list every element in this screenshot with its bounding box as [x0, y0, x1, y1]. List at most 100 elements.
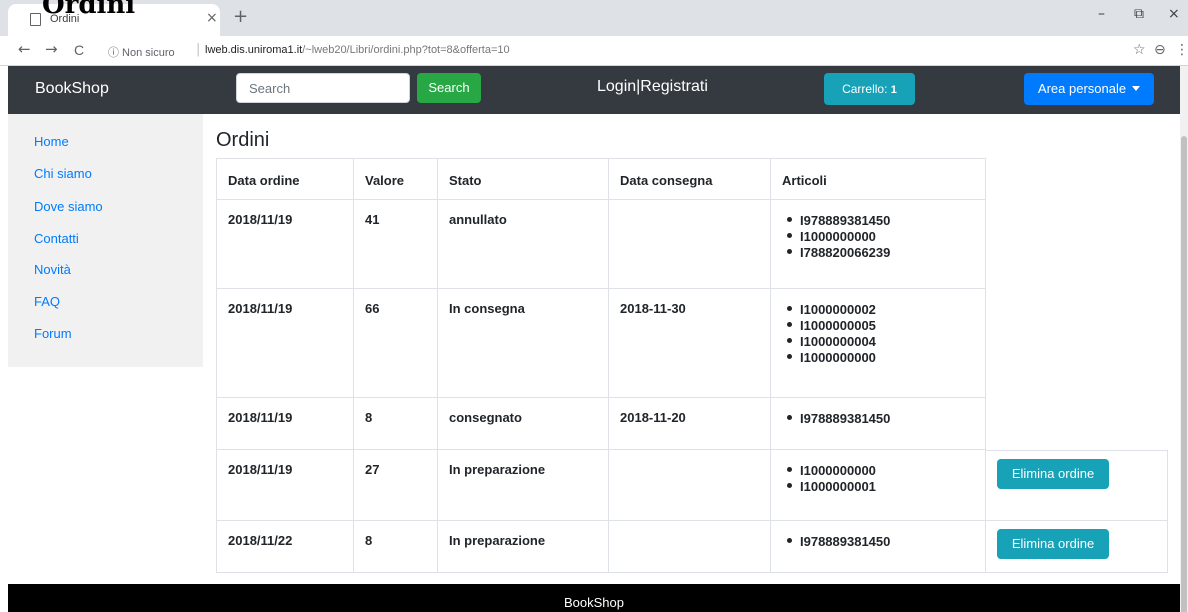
cell-status: annullato	[437, 200, 609, 289]
cell-value: 27	[353, 450, 438, 521]
url-field[interactable]: lweb.dis.uniroma1.it/~lweb20/Libri/ordin…	[205, 44, 510, 56]
browser-tab-bar: Ordini × + – ⧉ ×	[0, 0, 1188, 36]
cart-button[interactable]: Carrello: 1	[824, 73, 915, 105]
bullet-icon	[787, 306, 792, 311]
bullet-icon	[787, 415, 792, 420]
sidebar-item-chi-siamo[interactable]: Chi siamo	[34, 166, 92, 181]
personal-area-dropdown[interactable]: Area personale	[1024, 73, 1154, 105]
bullet-icon	[787, 249, 792, 254]
cell-value: 8	[353, 521, 438, 573]
cell-actions: Elimina ordine	[985, 450, 1168, 521]
cell-delivery	[608, 200, 771, 289]
page-icon	[30, 13, 41, 26]
table-row: 2018/11/19 41 annullato I978889381450 I1…	[216, 200, 1168, 289]
article-code: I1000000001	[800, 479, 876, 494]
list-item: I1000000000	[782, 463, 974, 479]
article-code: I1000000000	[800, 229, 876, 244]
header-valore: Valore	[353, 158, 438, 200]
cell-articles: I1000000000 I1000000001	[770, 450, 986, 521]
bullet-icon	[787, 338, 792, 343]
cart-label: Carrello:	[842, 82, 888, 96]
cell-date: 2018/11/19	[216, 398, 354, 450]
cell-delivery: 2018-11-30	[608, 289, 771, 398]
cell-value: 41	[353, 200, 438, 289]
cell-date: 2018/11/22	[216, 521, 354, 573]
cell-articles: I978889381450	[770, 521, 986, 573]
article-code: I978889381450	[800, 534, 891, 549]
minimize-icon[interactable]: –	[1098, 6, 1105, 22]
close-window-icon[interactable]: ×	[1168, 6, 1180, 22]
cell-value: 8	[353, 398, 438, 450]
security-indicator[interactable]: ⓘ Non sicuro	[108, 44, 175, 60]
bullet-icon	[787, 538, 792, 543]
bullet-icon	[787, 354, 792, 359]
sidebar-item-faq[interactable]: FAQ	[34, 294, 60, 309]
cell-delivery	[608, 521, 771, 573]
sidebar-item-home[interactable]: Home	[34, 134, 69, 149]
cell-date: 2018/11/19	[216, 289, 354, 398]
list-item: I1000000001	[782, 479, 974, 495]
delete-order-button[interactable]: Elimina ordine	[997, 529, 1109, 559]
bullet-icon	[787, 467, 792, 472]
profile-icon[interactable]: ⊖	[1154, 42, 1166, 58]
new-tab-icon[interactable]: +	[233, 6, 248, 27]
cell-actions: Elimina ordine	[985, 521, 1168, 573]
reload-icon[interactable]: C	[74, 42, 84, 58]
delete-order-button[interactable]: Elimina ordine	[997, 459, 1109, 489]
login-register-link[interactable]: Login|Registrati	[597, 78, 708, 96]
bullet-icon	[787, 322, 792, 327]
cell-articles: I978889381450	[770, 398, 986, 450]
sidebar-item-novita[interactable]: Novità	[34, 262, 71, 277]
bullet-icon	[787, 483, 792, 488]
list-item: I1000000000	[782, 350, 974, 366]
scrollbar-thumb[interactable]	[1181, 136, 1187, 612]
cell-articles: I1000000002 I1000000005 I1000000004 I100…	[770, 289, 986, 398]
article-code: I1000000000	[800, 350, 876, 365]
address-bar: ← → C ⓘ Non sicuro | lweb.dis.uniroma1.i…	[0, 36, 1188, 66]
list-item: I1000000004	[782, 334, 974, 350]
forward-icon[interactable]: →	[45, 40, 58, 58]
sidebar: Home Chi siamo Dove siamo Contatti Novit…	[8, 114, 203, 367]
cell-status: consegnato	[437, 398, 609, 450]
sidebar-item-dove-siamo[interactable]: Dove siamo	[34, 199, 103, 214]
overlay-title: Ordini	[42, 0, 136, 20]
article-code: I978889381450	[800, 213, 891, 228]
url-path: /~lweb20/Libri/ordini.php?tot=8&offerta=…	[302, 44, 510, 56]
back-icon[interactable]: ←	[18, 40, 31, 58]
brand-logo[interactable]: BookShop	[35, 80, 109, 98]
header-stato: Stato	[437, 158, 609, 200]
list-item: I1000000002	[782, 302, 974, 318]
restore-icon[interactable]: ⧉	[1134, 6, 1144, 22]
list-item: I978889381450	[782, 213, 974, 229]
url-host: lweb.dis.uniroma1.it	[205, 44, 303, 56]
scrollbar[interactable]	[1180, 66, 1188, 612]
article-code: I1000000000	[800, 463, 876, 478]
cell-date: 2018/11/19	[216, 450, 354, 521]
bookmark-star-icon[interactable]: ☆	[1133, 42, 1146, 58]
bullet-icon	[787, 217, 792, 222]
header-data-consegna: Data consegna	[608, 158, 771, 200]
cell-date: 2018/11/19	[216, 200, 354, 289]
table-row: 2018/11/19 66 In consegna 2018-11-30 I10…	[216, 289, 1168, 398]
cell-delivery: 2018-11-20	[608, 398, 771, 450]
cell-status: In preparazione	[437, 450, 609, 521]
url-separator: |	[196, 42, 201, 57]
search-input[interactable]	[236, 73, 410, 103]
article-code: I1000000004	[800, 334, 876, 349]
article-code: I978889381450	[800, 411, 891, 426]
footer: BookShop	[8, 584, 1180, 612]
sidebar-item-contatti[interactable]: Contatti	[34, 231, 79, 246]
list-item: I978889381450	[782, 534, 974, 550]
tab-close-icon[interactable]: ×	[206, 10, 218, 26]
cell-status: In consegna	[437, 289, 609, 398]
article-code: I1000000005	[800, 318, 876, 333]
search-button[interactable]: Search	[417, 73, 481, 103]
list-item: I788820066239	[782, 245, 974, 261]
header-articoli: Articoli	[770, 158, 986, 200]
list-item: I978889381450	[782, 411, 974, 427]
article-code: I788820066239	[800, 245, 891, 260]
table-row: 2018/11/19 27 In preparazione I100000000…	[216, 450, 1168, 521]
caret-down-icon	[1132, 86, 1141, 91]
sidebar-item-forum[interactable]: Forum	[34, 326, 72, 341]
menu-icon[interactable]: ⋮	[1175, 42, 1188, 58]
